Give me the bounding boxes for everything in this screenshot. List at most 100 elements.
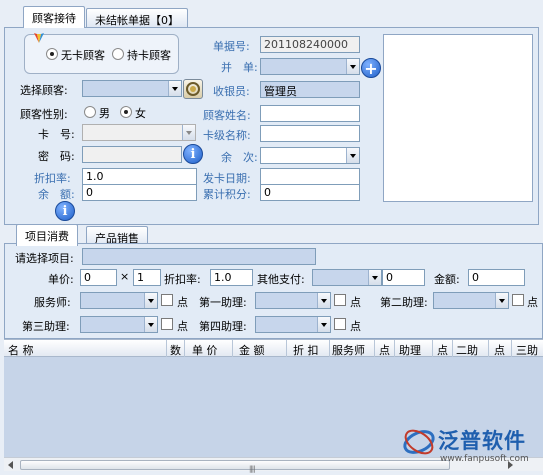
cashier-field[interactable]: 管理员	[260, 81, 360, 98]
discount-label: 折扣率:	[34, 172, 71, 185]
point-label: 点	[350, 320, 361, 333]
item-discount-field[interactable]: 1.0	[210, 269, 253, 286]
customer-name-label: 顾客姓名:	[203, 109, 251, 122]
column-header-unit-price[interactable]: 单 价	[192, 342, 218, 358]
column-header-qty[interactable]: 数	[170, 342, 181, 358]
customer-photo	[383, 34, 533, 202]
cashier-label: 收银员:	[213, 85, 250, 98]
assistant4-combo[interactable]	[255, 316, 331, 333]
info-icon[interactable]: i	[183, 144, 203, 164]
chevron-down-icon[interactable]	[346, 148, 359, 163]
remaining-times-combo[interactable]	[260, 147, 360, 164]
chevron-down-icon[interactable]	[317, 293, 330, 308]
remaining-times-label: 余 次:	[221, 151, 258, 164]
gender-male-label: 男	[99, 107, 110, 120]
chevron-down-icon[interactable]	[317, 317, 330, 332]
balance-label: 余 额:	[38, 188, 75, 201]
point-label: 点	[177, 296, 188, 309]
card-level-label: 卡级名称:	[203, 129, 251, 142]
column-header-point[interactable]: 点	[494, 342, 505, 358]
doc-no-label: 单据号:	[213, 40, 250, 53]
assistant2-combo[interactable]	[433, 292, 509, 309]
tab-label: 未结帐单据【0】	[95, 14, 179, 27]
merge-label: 并 单:	[221, 61, 258, 74]
add-icon[interactable]: +	[361, 58, 381, 78]
chevron-down-icon[interactable]	[368, 270, 381, 285]
card-no-combo[interactable]	[82, 124, 196, 141]
other-pay-field[interactable]: 0	[382, 269, 425, 286]
gender-label: 顾客性别:	[20, 108, 68, 121]
gender-female-radio[interactable]	[120, 106, 132, 118]
chevron-down-icon[interactable]	[168, 81, 181, 96]
point-label: 点	[177, 320, 188, 333]
merge-combo[interactable]	[260, 58, 360, 75]
tab-unsettled-bills[interactable]: 未结帐单据【0】	[86, 8, 188, 28]
assistant1-point-checkbox[interactable]	[334, 294, 346, 306]
unit-price-label: 单价:	[48, 273, 74, 286]
item-discount-label: 折扣率:	[164, 273, 201, 286]
card-level-field[interactable]	[260, 125, 360, 142]
doc-no-field: 201108240000	[260, 36, 360, 53]
assistant2-point-checkbox[interactable]	[512, 294, 524, 306]
column-header-assistant2[interactable]: 二助	[456, 342, 478, 358]
discount-field[interactable]: 1.0	[82, 168, 197, 185]
tab-label: 项目消费	[25, 230, 69, 243]
chevron-down-icon[interactable]	[346, 59, 359, 74]
card-holder-label: 持卡顾客	[127, 49, 171, 62]
assistant4-point-checkbox[interactable]	[334, 318, 346, 330]
select-customer-combo[interactable]	[82, 80, 182, 97]
assistant1-combo[interactable]	[255, 292, 331, 309]
assistant3-combo[interactable]	[80, 316, 158, 333]
other-pay-combo[interactable]	[312, 269, 382, 286]
points-field[interactable]: 0	[260, 184, 360, 201]
tab-item-consumption[interactable]: 项目消费	[16, 224, 78, 246]
scroll-thumb[interactable]: ||||	[20, 460, 450, 473]
assistant3-label: 第三助理:	[22, 320, 70, 333]
points-label: 累计积分:	[203, 188, 251, 201]
colorful-logo-icon	[32, 31, 46, 45]
person-search-icon	[186, 82, 200, 96]
chevron-down-icon[interactable]	[495, 293, 508, 308]
tab-customer-reception[interactable]: 顾客接待	[23, 6, 85, 28]
no-card-label: 无卡顾客	[61, 49, 105, 62]
column-header-name[interactable]: 名 称	[8, 342, 34, 358]
issue-date-label: 发卡日期:	[203, 172, 251, 185]
chevron-down-icon[interactable]	[144, 317, 157, 332]
column-header-assistant[interactable]: 助理	[399, 342, 421, 358]
scroll-left-icon[interactable]	[8, 461, 13, 469]
card-holder-radio[interactable]	[112, 48, 124, 60]
unit-price-field[interactable]: 0	[80, 269, 117, 286]
column-header-discount[interactable]: 折 扣	[293, 342, 319, 358]
assistant3-point-checkbox[interactable]	[161, 318, 173, 330]
gender-male-radio[interactable]	[84, 106, 96, 118]
other-pay-label: 其他支付:	[257, 273, 305, 286]
select-item-field[interactable]	[82, 248, 316, 265]
info-icon[interactable]: i	[55, 201, 75, 221]
stylist-combo[interactable]	[80, 292, 158, 309]
column-header-point[interactable]: 点	[437, 342, 448, 358]
card-no-label: 卡 号:	[38, 128, 75, 141]
column-header-amount[interactable]: 金 额	[239, 342, 265, 358]
no-card-radio[interactable]	[46, 48, 58, 60]
quantity-field[interactable]: 1	[133, 269, 161, 286]
password-field[interactable]	[82, 146, 182, 163]
tab-label: 顾客接待	[32, 12, 76, 25]
password-label: 密 码:	[38, 150, 75, 163]
assistant1-label: 第一助理:	[199, 296, 247, 309]
point-label: 点	[527, 296, 538, 309]
point-label: 点	[350, 296, 361, 309]
chevron-down-icon[interactable]	[144, 293, 157, 308]
stylist-point-checkbox[interactable]	[161, 294, 173, 306]
chevron-down-icon[interactable]	[182, 125, 195, 140]
column-header-point[interactable]: 点	[379, 342, 390, 358]
select-customer-label: 选择顾客:	[20, 84, 68, 97]
amount-field[interactable]: 0	[468, 269, 525, 286]
balance-field[interactable]: 0	[82, 184, 197, 201]
issue-date-field[interactable]	[260, 168, 360, 185]
column-header-stylist[interactable]: 服务师	[332, 342, 365, 358]
customer-lookup-button[interactable]	[183, 79, 203, 99]
customer-name-field[interactable]	[260, 105, 360, 122]
gender-female-label: 女	[135, 107, 146, 120]
fanpu-logo: 泛普软件 www.fanpusoft.com	[402, 425, 542, 465]
column-header-assistant3[interactable]: 三助	[516, 342, 538, 358]
